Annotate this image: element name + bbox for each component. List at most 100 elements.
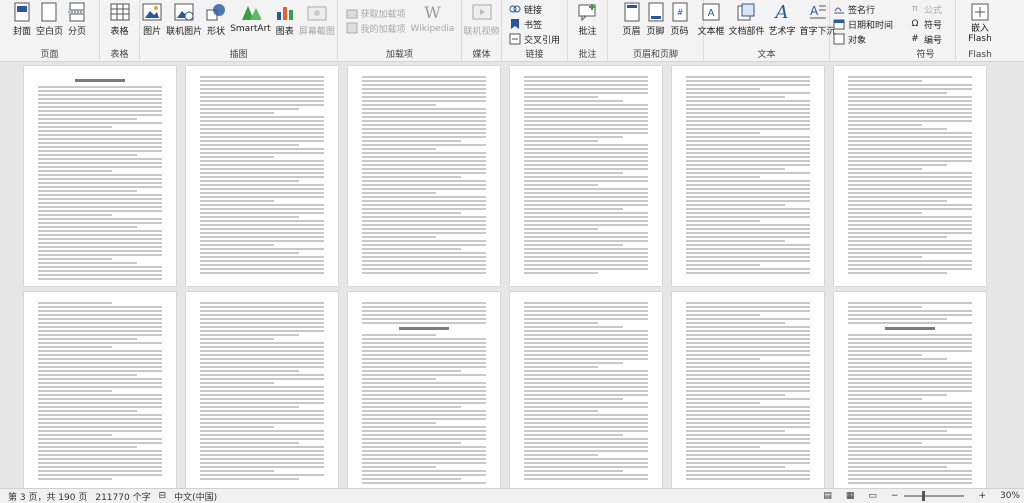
text-line <box>848 204 972 206</box>
online-picture-button[interactable]: 联机图片 <box>164 2 204 37</box>
document-page-thumbnail[interactable] <box>24 66 176 286</box>
symbol-button[interactable]: Ω 符号 <box>909 17 942 31</box>
embed-flash-button[interactable]: 嵌入 Flash <box>966 2 994 44</box>
table-button[interactable]: 表格 <box>108 2 132 37</box>
get-addins-button[interactable]: 获取加载项 <box>346 6 406 20</box>
text-line <box>848 322 972 324</box>
text-line <box>848 410 972 412</box>
document-page-thumbnail[interactable] <box>834 66 986 286</box>
chart-button[interactable]: 图表 <box>273 2 297 37</box>
picture-button[interactable]: 图片 <box>140 2 164 37</box>
document-page-thumbnail[interactable] <box>834 292 986 488</box>
text-line <box>362 370 462 372</box>
text-line <box>524 96 599 98</box>
text-line <box>362 160 486 162</box>
date-time-button[interactable]: 日期和时间 <box>833 17 893 31</box>
screenshot-button[interactable]: 屏幕截图 <box>297 2 337 37</box>
text-line <box>200 302 324 304</box>
header-button[interactable]: 页眉 <box>620 2 644 37</box>
text-line <box>38 378 162 380</box>
zoom-slider[interactable] <box>904 491 965 501</box>
equation-button[interactable]: π 公式 <box>909 2 942 16</box>
text-line <box>38 462 162 464</box>
word-count[interactable]: 211770 个字 <box>95 490 150 503</box>
text-line <box>362 180 486 182</box>
document-page-thumbnail[interactable] <box>348 292 500 488</box>
my-addins-button[interactable]: 我的加载项 <box>346 21 406 35</box>
document-page-thumbnail[interactable] <box>672 292 824 488</box>
zoom-out-button[interactable]: − <box>891 491 899 501</box>
page-break-button[interactable]: 分页 <box>65 2 89 37</box>
number-button[interactable]: # 编号 <box>909 32 942 46</box>
insert-ribbon: 封面 空白页 分页 页面 表格 表格 图片 联机图片 形状 SmartArt 图… <box>0 0 1024 62</box>
zoom-level[interactable]: 30% <box>1000 491 1020 501</box>
wordart-button[interactable]: A 艺术字 <box>767 2 798 38</box>
text-line <box>38 454 162 456</box>
blank-page-button[interactable]: 空白页 <box>34 2 65 37</box>
signature-icon <box>833 3 845 15</box>
zoom-slider-thumb[interactable] <box>922 491 926 501</box>
document-canvas[interactable] <box>0 62 1024 488</box>
textbox-button[interactable]: A 文本框 <box>695 2 726 37</box>
footer-button[interactable]: 页脚 <box>644 2 668 37</box>
text-line <box>38 434 113 436</box>
language-indicator[interactable]: 中文(中国) <box>174 490 217 503</box>
link-button[interactable]: 链接 <box>509 2 560 16</box>
text-line <box>38 306 162 308</box>
web-layout-icon[interactable]: ▭ <box>868 491 877 501</box>
text-line <box>362 438 486 440</box>
wikipedia-button[interactable]: W Wikipedia <box>409 2 457 35</box>
proofing-icon[interactable]: ⊟ <box>159 491 167 501</box>
bookmark-button[interactable]: 书签 <box>509 17 560 31</box>
text-line <box>848 240 972 242</box>
text-line <box>686 426 810 428</box>
text-line <box>686 466 786 468</box>
text-line <box>848 220 972 222</box>
text-line <box>686 442 810 444</box>
text-line <box>200 358 324 360</box>
page-count[interactable]: 第 3 页，共 190 页 <box>8 490 87 503</box>
text-line <box>524 302 648 304</box>
text-line <box>524 236 648 238</box>
comment-button[interactable]: 批注 <box>576 2 600 37</box>
text-line <box>362 256 486 258</box>
document-page-thumbnail[interactable] <box>186 66 338 286</box>
text-line <box>524 80 648 82</box>
cover-page-button[interactable]: 封面 <box>10 2 34 37</box>
text-line <box>362 224 486 226</box>
text-line <box>686 232 810 234</box>
print-layout-icon[interactable]: ▦ <box>846 491 855 501</box>
text-line <box>200 224 324 226</box>
document-page-thumbnail[interactable] <box>24 292 176 488</box>
text-line <box>686 212 810 214</box>
text-line <box>200 260 324 262</box>
document-page-thumbnail[interactable] <box>510 66 662 286</box>
quick-parts-button[interactable]: 文档部件 <box>726 2 766 37</box>
online-video-button[interactable]: 联机视频 <box>462 2 502 37</box>
cross-reference-button[interactable]: 交叉引用 <box>509 32 560 46</box>
text-line <box>200 398 324 400</box>
read-mode-icon[interactable]: ▤ <box>823 491 832 501</box>
text-line <box>38 134 162 136</box>
document-page-thumbnail[interactable] <box>672 66 824 286</box>
text-line <box>38 126 113 128</box>
document-page-thumbnail[interactable] <box>348 66 500 286</box>
text-line <box>38 154 138 156</box>
text-line <box>200 382 275 384</box>
text-line <box>524 422 648 424</box>
zoom-in-button[interactable]: + <box>978 491 986 501</box>
document-page-thumbnail[interactable] <box>186 292 338 488</box>
text-line <box>524 216 648 218</box>
text-line <box>686 470 810 472</box>
text-line <box>200 172 324 174</box>
text-line <box>848 164 948 166</box>
page-number-button[interactable]: # 页码 <box>668 2 692 37</box>
signature-line-button[interactable]: 签名行 <box>833 2 893 16</box>
text-line <box>200 410 324 412</box>
text-line <box>362 382 486 384</box>
object-button[interactable]: 对象 <box>833 32 893 46</box>
text-line <box>848 454 972 456</box>
shapes-button[interactable]: 形状 <box>204 2 228 37</box>
smartart-button[interactable]: SmartArt <box>228 2 273 34</box>
document-page-thumbnail[interactable] <box>510 292 662 488</box>
